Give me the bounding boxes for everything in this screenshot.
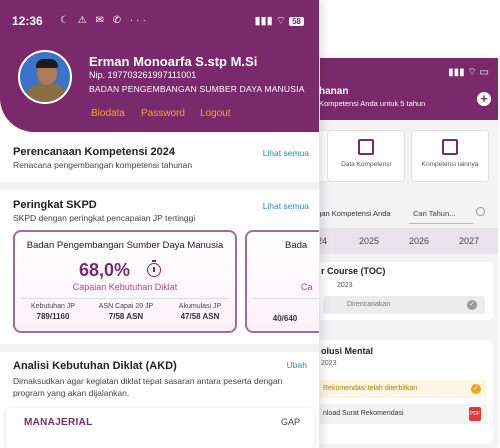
revolusi-mental-card[interactable]: olusi Mental 2023 Rekomendasi telah dite… (315, 340, 493, 444)
stat-asn-capai: ASN Capai 20 JP 7/58 ASN (98, 303, 154, 321)
stat-kebutuhan-jp: Kebutuhan JP 789/1160 (31, 303, 75, 321)
manajerial-row[interactable]: MANAJERIAL GAP (6, 408, 314, 448)
user-nip: Nip. 197703261997111001 (89, 70, 197, 80)
section-divider (0, 182, 319, 190)
akd-title: Analisi Kebutuhan Diklat (AKD) (13, 360, 177, 372)
biodata-link[interactable]: Biodata (91, 108, 125, 119)
stopwatch-icon (147, 260, 161, 277)
perencanaan-title: Perencanaan Kompetensi 2024 (13, 146, 176, 158)
foreground-phone-screen: 12:36 ☾ ⚠ ✉ ✆ ··· ▮▮▮ ⌔ 58 Erman Monoarf… (0, 0, 320, 448)
year-tabs: 24 2025 2026 2027 (309, 228, 498, 254)
user-unit: BADAN PENGEMBANGAN SUMBER DAYA MANUSIA (89, 84, 305, 94)
achievement-caption: Ca (301, 282, 313, 292)
status-text: Direncanakan (347, 301, 391, 308)
back-header: ▮▮▮ ⌔ ▭ hanan Kompetensi Anda untuk 5 ta… (309, 58, 498, 120)
search-section-label: ngan Kompetensi Anda (313, 209, 391, 218)
course-year: 2023 (321, 360, 337, 367)
menu-card-data-kompetensi[interactable]: Data Kompetensi (327, 130, 405, 182)
course-title: olusi Mental (321, 346, 374, 356)
screen: ▮▮▮ ⌔ ▭ hanan Kompetensi Anda untuk 5 ta… (0, 0, 500, 448)
section-divider (0, 344, 319, 352)
tab-year[interactable]: 2027 (459, 236, 479, 246)
skpd-name: Badan Pengembangan Sumber Daya Manusia (26, 240, 224, 251)
year-search-input[interactable]: Cari Tahun... (413, 209, 455, 218)
course-title: r Course (TOC) (321, 266, 386, 276)
course-year: 2023 (337, 282, 353, 289)
back-search-row: ngan Kompetensi Anda Cari Tahun... (309, 203, 498, 224)
skpd-name: Bada (285, 240, 308, 251)
card-separator (253, 298, 319, 299)
tab-year[interactable]: 2026 (409, 236, 429, 246)
back-status-icons: ▮▮▮ ⌔ ▭ (448, 67, 489, 78)
password-link[interactable]: Password (141, 108, 185, 119)
akd-edit-link[interactable]: Ubah (287, 360, 307, 370)
avatar[interactable] (18, 50, 72, 104)
pdf-icon: PDF (469, 407, 481, 421)
back-page-subtitle: Kompetensi Anda untuk 5 tahun (319, 99, 426, 108)
gap-label: GAP (280, 417, 300, 427)
clock: 12:36 (12, 14, 43, 28)
background-phone-screen: ▮▮▮ ⌔ ▭ hanan Kompetensi Anda untuk 5 ta… (308, 58, 498, 448)
course-status: Direncanakan ✓ (323, 296, 485, 314)
download-recommendation-button[interactable]: nload Surat Rekomendasi PDF (319, 404, 487, 424)
back-menu-cards: Data Kompetensi Kompetensi lainnya (309, 130, 498, 182)
menu-card-label: Kompetensi lainnya (421, 161, 479, 168)
toc-course-card[interactable]: r Course (TOC) 2023 Direncanakan ✓ (315, 262, 493, 320)
recommendation-status: Rekomendasi telah diterbitkan ✓ (319, 380, 487, 398)
skpd-rank-card[interactable]: Bada Ca 40/640 (245, 230, 319, 333)
perencanaan-subtitle: Renacana pengembangan kompetensi tahunan (13, 160, 193, 170)
card-separator (21, 298, 229, 299)
menu-card-kompetensi-lainnya[interactable]: Kompetensi lainnya (411, 130, 489, 182)
search-underline (409, 223, 473, 224)
menu-card-label: Data Kompetensi (341, 161, 391, 168)
stat-kebutuhan-jp: 40/640 (272, 314, 298, 323)
user-name: Erman Monoarfa S.stp M.Si (89, 54, 258, 69)
chart-icon (358, 139, 374, 155)
search-icon[interactable] (476, 207, 485, 216)
signal-wifi-battery: ▮▮▮ ⌔ 58 (254, 14, 304, 28)
achievement-caption: Capaian Kebutuhan Diklat (72, 282, 178, 292)
add-chart-icon (442, 139, 458, 155)
check-icon: ✓ (467, 300, 477, 310)
skpd-rank-card[interactable]: Badan Pengembangan Sumber Daya Manusia 6… (13, 230, 237, 333)
peringkat-title: Peringkat SKPD (13, 199, 97, 211)
tab-year[interactable]: 2025 (359, 236, 379, 246)
stat-akumulasi-jp: Akumulasi JP 47/58 ASN (178, 303, 222, 321)
akd-description: Dimaksudkan agar kegiatan diklat tepat s… (13, 376, 283, 398)
peringkat-see-all-link[interactable]: Lihat semua (263, 201, 309, 211)
peringkat-subtitle: SKPD dengan peringkat pencapaian JP tert… (13, 213, 196, 223)
logout-link[interactable]: Logout (200, 108, 231, 119)
download-label: nload Surat Rekomendasi (323, 410, 404, 417)
add-icon[interactable]: + (477, 92, 491, 106)
category-label: MANAJERIAL (24, 417, 93, 428)
check-icon: ✓ (471, 384, 481, 394)
signal-wifi-icon: ▮▮▮ ⌔ (254, 15, 287, 27)
status-text: Rekomendasi telah diterbitkan (323, 385, 418, 392)
achievement-percent: 68,0% (79, 260, 131, 280)
notification-icons: ☾ ⚠ ✉ ✆ ··· (60, 15, 149, 26)
perencanaan-see-all-link[interactable]: Lihat semua (263, 148, 309, 158)
profile-header: 12:36 ☾ ⚠ ✉ ✆ ··· ▮▮▮ ⌔ 58 Erman Monoarf… (0, 0, 319, 132)
back-page-title: hanan (319, 86, 349, 97)
battery-icon: 58 (289, 17, 304, 26)
